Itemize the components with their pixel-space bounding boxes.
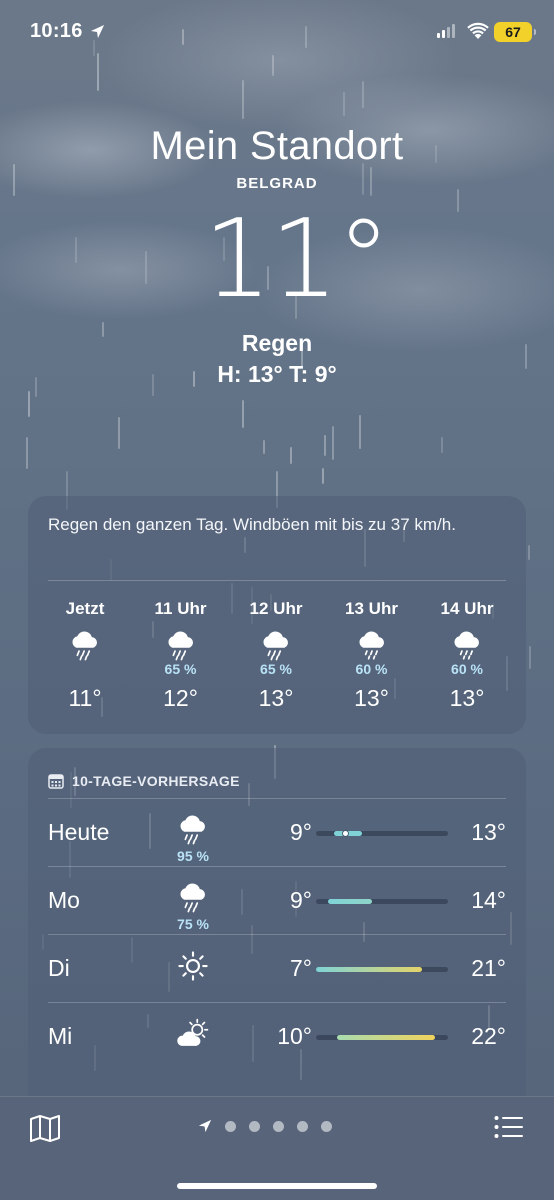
day-name: Di <box>48 955 70 981</box>
bottom-toolbar <box>0 1096 554 1200</box>
status-bar: 10:16 67 <box>0 0 554 64</box>
calendar-icon <box>48 774 64 789</box>
day-name: Mi <box>48 1023 73 1049</box>
day-name: Mo <box>48 887 80 913</box>
high-temperature: 14° <box>471 887 506 913</box>
hourly-forecast-row[interactable]: Jetzt 11° 11 Uhr 65 % 12° 12 Uhr 65 % 13… <box>28 581 526 712</box>
hourly-item: 13 Uhr 60 % 13° <box>329 599 415 712</box>
precipitation-chance: 60 % <box>355 661 388 677</box>
precipitation-chance <box>42 661 128 679</box>
cellular-signal-icon <box>437 24 455 38</box>
high-temperature: 13° <box>471 819 506 845</box>
precipitation-chance: 65 % <box>164 661 197 677</box>
battery-indicator: 67 <box>494 22 536 42</box>
location-city: BELGRAD <box>236 175 318 192</box>
day-name: Heute <box>48 819 110 845</box>
low-temperature: 10° <box>277 1023 312 1049</box>
rain-cloud-icon <box>42 629 128 663</box>
high-temperature: 21° <box>471 955 506 981</box>
hour-label: Jetzt <box>65 599 105 618</box>
precipitation-chance: 75 % <box>177 916 209 932</box>
high-temperature: 22° <box>471 1023 506 1049</box>
daily-forecast-row[interactable]: Di 7° 21° <box>48 934 506 1002</box>
precipitation-chance: 95 % <box>177 848 209 864</box>
ten-day-forecast-card[interactable]: 10-TAGE-VORHERSAGE Heute 95 % 9° 13° Mo … <box>28 748 526 1108</box>
location-arrow-icon <box>90 24 105 39</box>
hourly-item: 14 Uhr 60 % 13° <box>424 599 510 712</box>
wifi-icon <box>467 22 489 39</box>
status-time: 10:16 <box>30 20 83 42</box>
page-dot[interactable] <box>249 1120 260 1132</box>
low-temperature: 9° <box>290 819 312 845</box>
hour-temperature: 12° <box>163 685 198 711</box>
hour-temperature: 13° <box>354 685 389 711</box>
temperature-range-fill <box>337 1035 435 1040</box>
temperature-range-bar <box>316 899 448 904</box>
daily-forecast-row[interactable]: Mi 10° 22° <box>48 1002 506 1070</box>
daily-forecast-row[interactable]: Heute 95 % 9° 13° <box>48 798 506 866</box>
page-dot[interactable] <box>297 1120 308 1132</box>
high-low-temperature: H: 13° T: 9° <box>217 361 337 387</box>
precipitation-chance: 60 % <box>451 661 483 677</box>
hourly-item: Jetzt 11° <box>42 599 128 712</box>
location-title: Mein Standort <box>150 124 404 168</box>
hourly-item: 11 Uhr 65 % 12° <box>138 599 224 712</box>
rain-cloud-icon: 95 % <box>170 813 216 864</box>
ten-day-forecast-header: 10-TAGE-VORHERSAGE <box>28 748 526 798</box>
ten-day-forecast-title: 10-TAGE-VORHERSAGE <box>72 773 240 789</box>
temperature-range-bar <box>316 830 448 837</box>
hour-temperature: 13° <box>258 685 294 711</box>
low-temperature: 9° <box>290 887 312 913</box>
daily-forecast-list[interactable]: Heute 95 % 9° 13° Mo 75 % 9° 14° Di 7° 2… <box>28 798 526 1070</box>
low-temperature: 7° <box>290 955 312 981</box>
hour-temperature: 13° <box>449 685 485 711</box>
rain-cloud-icon: 75 % <box>170 881 216 932</box>
current-temperature: 11° <box>203 197 390 322</box>
location-header: Mein Standort BELGRAD 11° Regen H: 13° T… <box>0 124 554 388</box>
drizzle-cloud-icon <box>329 629 415 663</box>
map-icon[interactable] <box>28 1113 62 1143</box>
hour-label: 11 Uhr <box>154 599 207 618</box>
sun-icon <box>170 949 216 984</box>
page-dot[interactable] <box>225 1120 236 1132</box>
drizzle-cloud-icon <box>424 629 510 663</box>
rain-cloud-icon <box>233 629 319 663</box>
hourly-forecast-card[interactable]: Regen den ganzen Tag. Windböen mit bis z… <box>28 496 526 734</box>
partly-cloudy-icon <box>170 1017 216 1052</box>
hour-temperature: 11° <box>68 685 102 711</box>
page-dot[interactable] <box>273 1120 284 1132</box>
location-list-icon[interactable] <box>494 1115 524 1139</box>
daily-forecast-row[interactable]: Mo 75 % 9° 14° <box>48 866 506 934</box>
hour-label: 13 Uhr <box>345 599 398 618</box>
current-location-page-icon[interactable] <box>198 1119 212 1133</box>
temperature-range-bar <box>316 1035 448 1040</box>
current-condition: Regen <box>241 330 313 356</box>
rain-cloud-icon <box>138 629 224 663</box>
forecast-summary: Regen den ganzen Tag. Windböen mit bis z… <box>48 515 456 534</box>
page-indicator[interactable] <box>198 1119 332 1133</box>
hourly-item: 12 Uhr 65 % 13° <box>233 599 319 712</box>
temperature-range-fill <box>316 967 422 972</box>
temperature-range-fill <box>328 899 372 904</box>
hour-label: 14 Uhr <box>440 599 494 618</box>
temperature-range-bar <box>316 967 448 972</box>
page-dot[interactable] <box>321 1120 332 1132</box>
home-indicator <box>177 1183 377 1189</box>
hour-label: 12 Uhr <box>249 599 303 618</box>
precipitation-chance: 65 % <box>260 661 292 677</box>
current-temperature-marker <box>342 830 349 837</box>
